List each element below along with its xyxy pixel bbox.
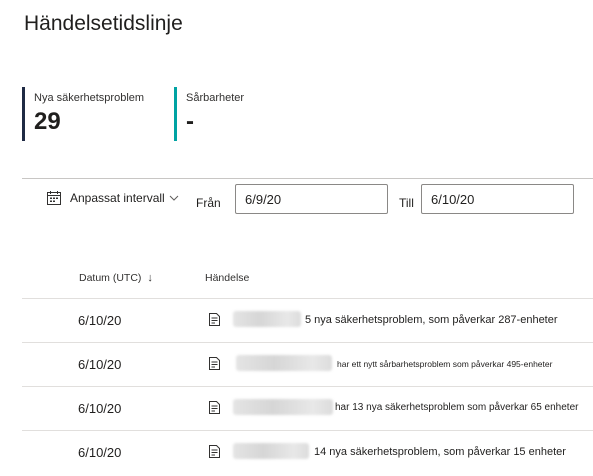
date-range-dropdown[interactable]: Anpassat intervall <box>46 190 179 206</box>
stat-label: Sårbarheter <box>186 92 245 104</box>
column-header-event[interactable]: Händelse <box>205 272 249 284</box>
calendar-icon <box>47 191 61 205</box>
chevron-down-icon <box>169 195 179 201</box>
row-event: har ett nytt sårbarhetsproblem som påver… <box>337 359 553 369</box>
report-icon <box>209 401 220 414</box>
column-header-label: Händelse <box>205 272 250 284</box>
report-icon <box>209 313 220 326</box>
row-event: har 13 nya säkerhetsproblem som påverkar… <box>335 402 579 413</box>
stat-new-security-issues[interactable]: Nya säkerhetsproblem 29 <box>22 87 174 141</box>
row-event: 5 nya säkerhetsproblem, som påverkar 287… <box>305 314 558 326</box>
page-title: Händelsetidslinje <box>24 12 183 35</box>
redacted-name <box>233 443 309 459</box>
report-icon <box>209 445 220 458</box>
table-row[interactable]: 6/10/20 har 13 nya säkerhetsproblem som … <box>22 386 593 431</box>
arrow-down-icon: ↓ <box>147 272 153 284</box>
redacted-name <box>233 311 301 327</box>
from-date-input[interactable] <box>235 184 388 214</box>
row-date: 6/10/20 <box>78 357 122 372</box>
stat-vulnerabilities[interactable]: Sårbarheter - <box>174 87 326 141</box>
column-header-date[interactable]: Datum (UTC) ↓ <box>79 272 153 284</box>
row-event: 14 nya säkerhetsproblem, som påverkar 15… <box>314 446 566 458</box>
column-header-label: Datum (UTC) <box>79 272 142 284</box>
stat-label: Nya säkerhetsproblem <box>34 92 145 104</box>
row-date: 6/10/20 <box>78 401 122 416</box>
redacted-name <box>236 355 332 371</box>
redacted-name <box>233 399 333 415</box>
stat-value: - <box>186 108 194 135</box>
to-date-input[interactable] <box>421 184 574 214</box>
to-label: Till <box>399 196 414 210</box>
divider <box>22 178 593 179</box>
report-icon <box>209 357 220 370</box>
from-label: Från <box>196 196 221 210</box>
table-row[interactable]: 6/10/20 har ett nytt sårbarhetsproblem s… <box>22 342 593 387</box>
stat-value: 29 <box>34 108 61 135</box>
row-date: 6/10/20 <box>78 445 122 460</box>
date-range-label: Anpassat intervall <box>70 191 165 205</box>
table-row[interactable]: 6/10/20 14 nya säkerhetsproblem, som påv… <box>22 430 593 475</box>
table-row[interactable]: 6/10/20 5 nya säkerhetsproblem, som påve… <box>22 298 593 343</box>
row-date: 6/10/20 <box>78 313 122 328</box>
